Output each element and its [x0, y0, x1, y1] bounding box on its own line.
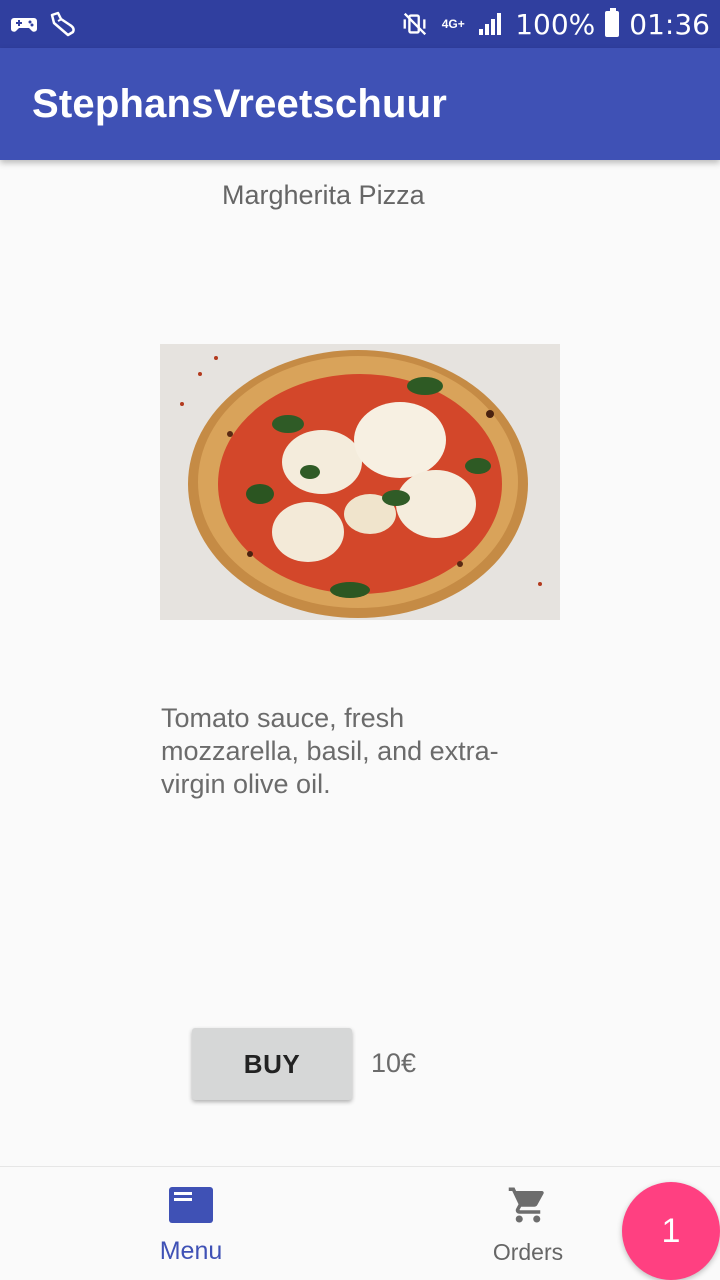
status-bar: 4G+ 100% 01:36 — [0, 0, 720, 48]
nav-label-orders: Orders — [492, 1239, 564, 1265]
app-bar: StephansVreetschuur — [0, 48, 720, 160]
nav-item-menu[interactable]: Menu — [91, 1167, 291, 1280]
nav-label-menu: Menu — [159, 1237, 223, 1265]
cart-icon — [506, 1185, 550, 1225]
battery-percent: 100% — [515, 7, 596, 41]
status-right-icons: 4G+ 100% 01:36 — [401, 8, 710, 41]
gamepad-icon — [10, 10, 38, 38]
pizza-image — [160, 344, 560, 620]
item-price: 10€ — [371, 1048, 417, 1078]
menu-book-icon — [168, 1185, 214, 1225]
network-type: 4G+ — [441, 17, 465, 31]
item-title: Margherita Pizza — [222, 180, 425, 210]
vibrate-mute-icon — [401, 10, 429, 38]
app-title: StephansVreetschuur — [32, 81, 448, 126]
nav-item-orders[interactable]: Orders — [428, 1167, 628, 1280]
status-left-icons — [10, 10, 76, 38]
battery-icon — [605, 8, 620, 37]
buy-button[interactable]: BUY — [192, 1028, 352, 1100]
shoe-icon — [48, 10, 76, 38]
clock: 01:36 — [629, 7, 710, 41]
order-count-fab[interactable]: 1 — [622, 1182, 720, 1280]
bottom-navigation: Menu Orders — [0, 1166, 720, 1280]
item-description: Tomato sauce, fresh mozzarella, basil, a… — [161, 703, 499, 799]
signal-icon — [477, 10, 505, 38]
